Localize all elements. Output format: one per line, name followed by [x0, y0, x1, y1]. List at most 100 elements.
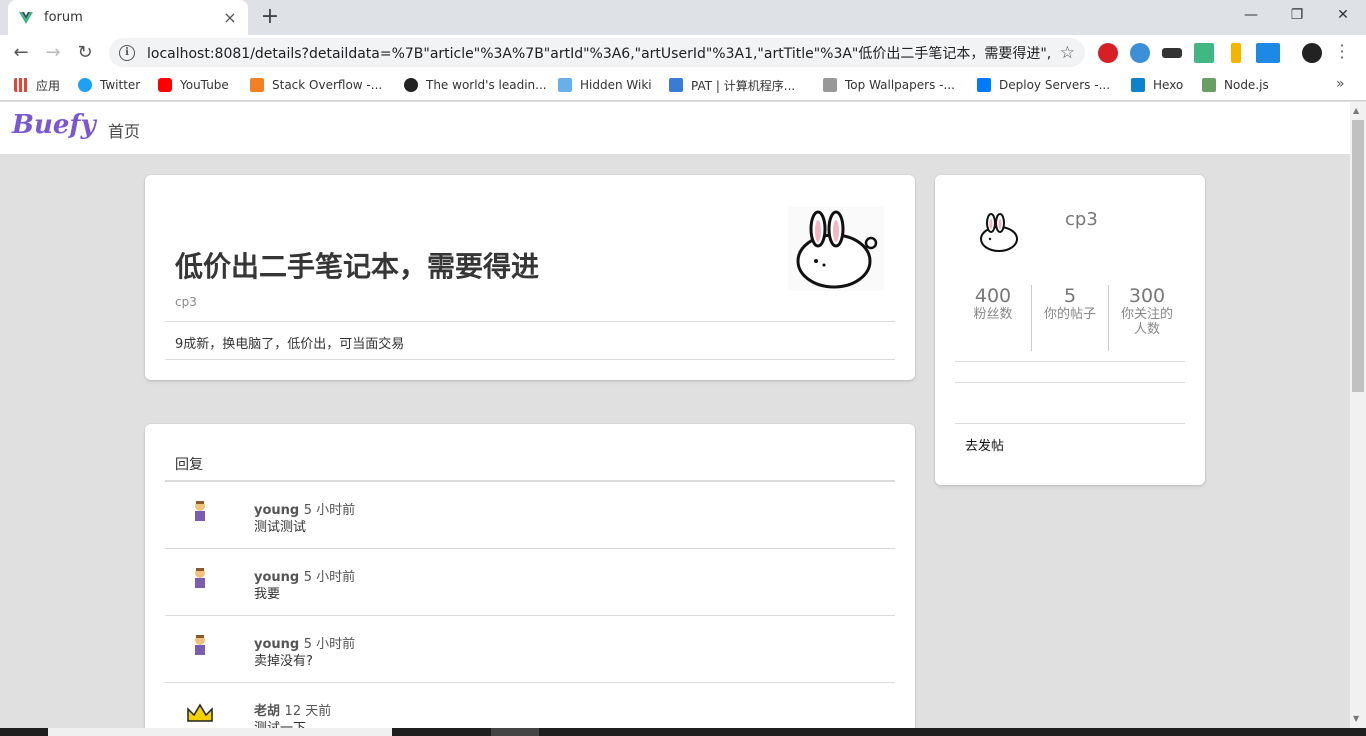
new-tab-button[interactable]: + — [258, 5, 282, 29]
bookmark-hidden-wiki[interactable]: Hidden Wiki — [558, 76, 652, 94]
browser-tab-forum[interactable]: forum × — [8, 0, 248, 35]
stat-posts[interactable]: 5 你的帖子 — [1031, 285, 1108, 351]
address-bar[interactable]: i localhost:8081/details?detaildata=%7B"… — [109, 38, 1085, 67]
stat-number: 5 — [1063, 285, 1077, 307]
article-card: 低价出二手笔记本，需要得进 cp3 9成新，换电脑了，低价出，可当面交易 — [145, 175, 915, 380]
bookmark-pat[interactable]: PAT | 计算机程序... — [669, 76, 795, 94]
bookmark-github[interactable]: The world's leadin... — [404, 76, 547, 94]
vue-favicon-icon — [19, 11, 33, 24]
bookmarks-more-icon[interactable]: » — [1336, 76, 1345, 92]
os-taskbar — [0, 728, 1366, 736]
tab-close-icon[interactable]: × — [222, 8, 238, 27]
bookmark-star-icon[interactable]: ☆ — [1060, 43, 1075, 63]
back-arrow-icon[interactable]: ← — [8, 40, 34, 66]
crown-avatar-icon[interactable] — [185, 697, 215, 727]
new-extension-icon[interactable] — [1256, 43, 1280, 63]
reply-item: young 5 小时前 卖掉没有? — [165, 616, 895, 683]
stat-label: 你的帖子 — [1043, 307, 1096, 322]
reply-item: young 5 小时前 我要 — [165, 549, 895, 616]
site-navbar: Buefy 首页 — [0, 102, 1350, 155]
vue-devtools-icon[interactable] — [1194, 43, 1214, 63]
stat-label: 你关注的人数 — [1120, 307, 1173, 337]
forward-arrow-icon[interactable]: → — [40, 40, 66, 66]
bookmark-vultr[interactable]: Deploy Servers -... — [977, 76, 1110, 94]
bookmark-twitter[interactable]: Twitter — [78, 76, 140, 94]
reply-body: 测试测试 — [254, 520, 307, 535]
bookmark-label: Hexo — [1153, 78, 1184, 92]
user-avatar-icon[interactable] — [185, 496, 215, 526]
restore-button[interactable]: ❐ — [1274, 0, 1320, 30]
profile-avatar-icon[interactable] — [1302, 43, 1322, 63]
scroll-thumb[interactable] — [1352, 120, 1364, 392]
pat-icon — [669, 78, 683, 92]
bookmark-label: Twitter — [100, 78, 141, 92]
bookmark-wallpapers[interactable]: Top Wallpapers -... — [823, 76, 955, 94]
divider — [955, 361, 1185, 362]
reply-item: young 5 小时前 测试测试 — [165, 482, 895, 549]
rabbit-avatar-icon[interactable] — [975, 211, 1023, 253]
vultr-icon — [977, 78, 991, 92]
stat-following[interactable]: 300 你关注的人数 — [1108, 285, 1185, 351]
bookmark-label: YouTube — [180, 78, 229, 92]
wallpaper-icon — [823, 78, 837, 92]
browser-toolbar: ← → ↻ i localhost:8081/details?detaildat… — [0, 35, 1366, 70]
adblock-extension-icon[interactable] — [1098, 43, 1118, 63]
stackoverflow-icon — [250, 78, 264, 92]
reload-icon[interactable]: ↻ — [72, 40, 98, 66]
article-title: 低价出二手笔记本，需要得进 — [175, 250, 540, 283]
bookmarks-bar: 应用 Twitter YouTube Stack Overflow -... T… — [0, 70, 1366, 101]
divider — [165, 321, 895, 322]
minimize-button[interactable]: — — [1228, 0, 1274, 30]
bookmark-youtube[interactable]: YouTube — [158, 76, 229, 94]
divider — [165, 359, 895, 360]
download-extension-icon[interactable] — [1231, 43, 1241, 63]
bookmark-label: Top Wallpapers -... — [845, 78, 955, 92]
reply-body: 我要 — [254, 587, 281, 602]
scroll-up-icon[interactable]: ▲ — [1353, 106, 1359, 115]
rabbit-avatar-icon — [788, 207, 884, 291]
nav-home-link[interactable]: 首页 — [108, 118, 140, 142]
divider — [955, 382, 1185, 383]
bookmark-nodejs[interactable]: Node.js — [1202, 76, 1269, 94]
stat-label: 粉丝数 — [973, 307, 1013, 322]
user-avatar-icon[interactable] — [185, 630, 215, 660]
nodejs-icon — [1202, 78, 1216, 92]
bookmark-stackoverflow[interactable]: Stack Overflow -... — [250, 76, 382, 94]
bookmark-apps[interactable]: 应用 — [14, 76, 60, 94]
bookmark-label: PAT | 计算机程序... — [691, 78, 796, 93]
window-close-button[interactable]: ✕ — [1320, 0, 1366, 30]
reply-time: 5 小时前 — [303, 570, 356, 585]
bookmark-hexo[interactable]: Hexo — [1131, 76, 1183, 94]
taskbar-app[interactable] — [491, 728, 539, 736]
buefy-logo[interactable]: Buefy — [12, 110, 96, 140]
stat-number: 400 — [974, 285, 1012, 307]
profile-card: cp3 400 粉丝数 5 你的帖子 300 你关注的人数 去发帖 — [935, 175, 1205, 485]
bookmark-label: The world's leadin... — [426, 78, 547, 92]
mask-extension-icon[interactable] — [1162, 48, 1182, 58]
page-icon — [558, 78, 572, 92]
new-post-link[interactable]: 去发帖 — [965, 435, 1004, 454]
bookmark-label: 应用 — [36, 78, 61, 93]
page-scrollbar[interactable]: ▲ ▼ — [1350, 102, 1366, 728]
url-text[interactable]: localhost:8081/details?detaildata=%7B"ar… — [147, 43, 1052, 63]
article-author[interactable]: cp3 — [175, 295, 197, 309]
divider — [955, 423, 1185, 424]
profile-stats: 400 粉丝数 5 你的帖子 300 你关注的人数 — [955, 285, 1185, 351]
youtube-icon — [158, 78, 172, 92]
bookmark-label: Hidden Wiki — [580, 78, 652, 92]
stat-followers[interactable]: 400 粉丝数 — [955, 285, 1031, 351]
profile-username[interactable]: cp3 — [1065, 209, 1098, 230]
browser-menu-icon[interactable]: · · · — [1338, 38, 1346, 66]
hexo-icon — [1131, 78, 1145, 92]
scroll-down-icon[interactable]: ▼ — [1353, 714, 1359, 723]
replies-heading: 回复 — [175, 457, 203, 473]
tab-title: forum — [44, 10, 83, 25]
replies-card: 回复 young 5 小时前 测试测试 young 5 小时前 我要 young… — [145, 424, 915, 736]
user-avatar-icon[interactable] — [185, 563, 215, 593]
stat-number: 300 — [1128, 285, 1166, 307]
site-info-icon[interactable]: i — [119, 44, 135, 61]
translate-extension-icon[interactable] — [1130, 43, 1150, 63]
taskbar-search[interactable] — [48, 728, 392, 736]
twitter-icon — [78, 78, 92, 92]
github-icon — [404, 78, 418, 92]
